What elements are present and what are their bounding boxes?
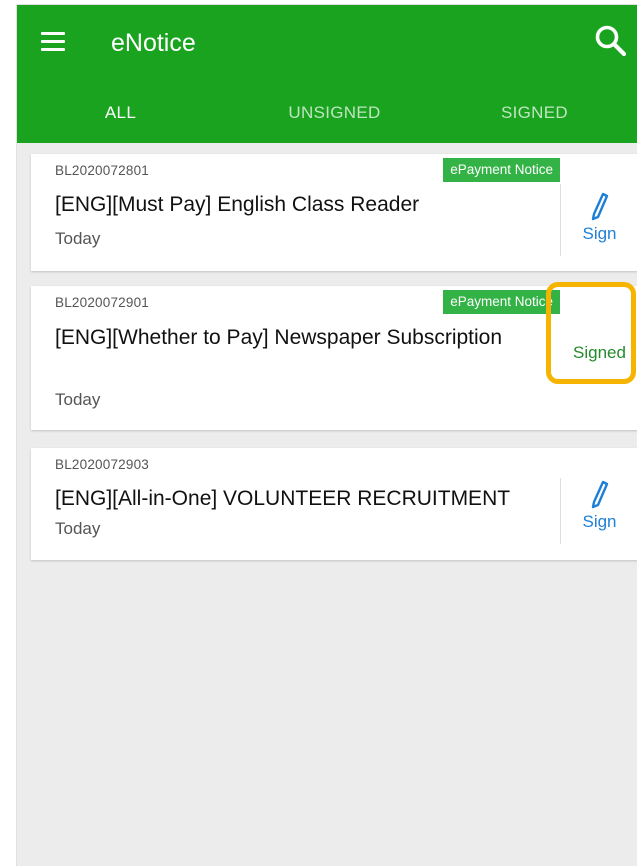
sign-label: Sign xyxy=(582,512,617,531)
hamburger-menu-icon[interactable] xyxy=(41,32,65,52)
notice-date: Today xyxy=(55,229,101,248)
app-bar: eNotice ALL UNSIGNED SIGNED xyxy=(17,5,637,143)
sign-button[interactable]: Sign xyxy=(561,190,637,254)
highlight-box xyxy=(546,282,636,384)
notice-date: Today xyxy=(55,390,101,409)
tab-bar: ALL UNSIGNED SIGNED xyxy=(17,95,637,143)
pencil-icon xyxy=(591,192,608,221)
notice-title: [ENG][Whether to Pay] Newspaper Subscrip… xyxy=(55,326,503,349)
search-icon[interactable] xyxy=(593,23,629,59)
app-screen: eNotice ALL UNSIGNED SIGNED BL2020072801… xyxy=(16,4,637,866)
sign-button[interactable]: Sign xyxy=(561,478,637,542)
notice-reference: BL2020072901 xyxy=(55,295,149,310)
tab-unsigned[interactable]: UNSIGNED xyxy=(231,95,438,143)
notice-card[interactable]: BL2020072801 ePayment Notice [ENG][Must … xyxy=(31,154,637,271)
tab-all[interactable]: ALL xyxy=(17,95,224,143)
notice-title: [ENG][Must Pay] English Class Reader xyxy=(55,193,420,216)
epayment-badge: ePayment Notice xyxy=(443,290,560,314)
sign-label: Sign xyxy=(582,224,617,243)
notice-date: Today xyxy=(55,519,101,538)
pencil-icon xyxy=(591,480,608,509)
epayment-badge: ePayment Notice xyxy=(443,158,560,182)
notice-reference: BL2020072801 xyxy=(55,163,149,178)
app-title: eNotice xyxy=(111,29,196,57)
tab-signed[interactable]: SIGNED xyxy=(431,95,637,143)
notice-title: [ENG][All-in-One] VOLUNTEER RECRUITMENT xyxy=(55,487,511,510)
notice-reference: BL2020072903 xyxy=(55,457,149,472)
notice-card[interactable]: BL2020072903 [ENG][All-in-One] VOLUNTEER… xyxy=(31,448,637,560)
